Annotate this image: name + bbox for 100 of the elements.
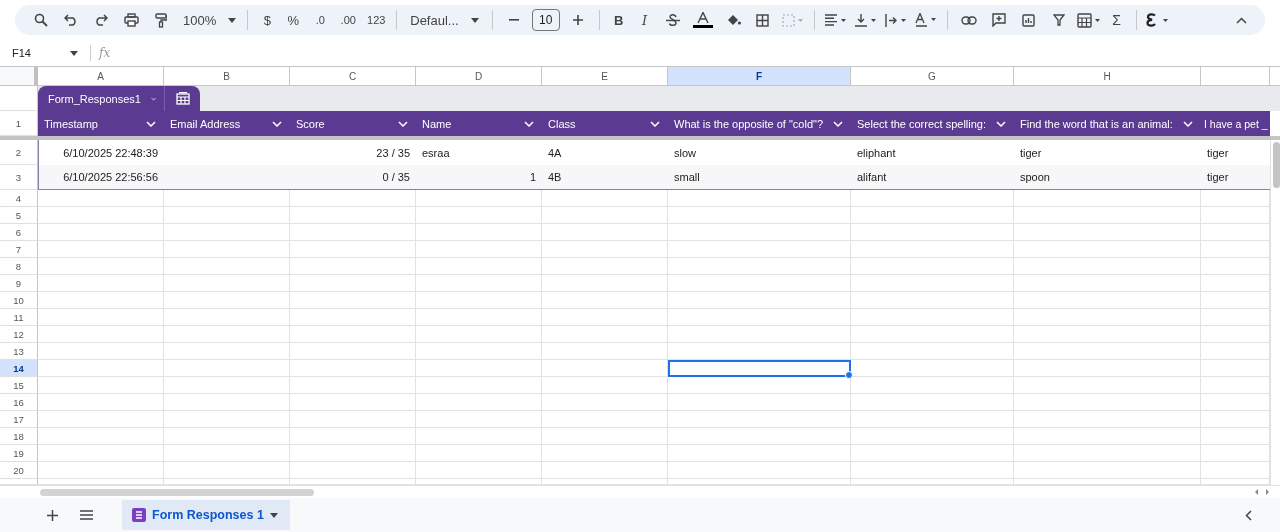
decrease-decimal-button[interactable]: .0 bbox=[307, 7, 334, 33]
grid-cell[interactable] bbox=[164, 360, 290, 377]
vertical-align-icon[interactable] bbox=[854, 13, 877, 27]
grid-cell[interactable] bbox=[290, 462, 416, 479]
selected-cell[interactable] bbox=[668, 360, 851, 377]
grid-cell[interactable] bbox=[851, 360, 1014, 377]
add-comment-icon[interactable] bbox=[991, 13, 1006, 27]
grid-cell[interactable] bbox=[416, 360, 542, 377]
grid-cell[interactable] bbox=[851, 377, 1014, 394]
grid-cell[interactable] bbox=[164, 428, 290, 445]
grid-cell[interactable] bbox=[290, 190, 416, 207]
grid-cell[interactable] bbox=[1014, 428, 1201, 445]
grid-cell[interactable] bbox=[1014, 394, 1201, 411]
column-header[interactable]: A bbox=[38, 66, 164, 86]
grid-cell[interactable] bbox=[38, 275, 164, 292]
grid-cell[interactable] bbox=[290, 292, 416, 309]
table-column-header[interactable]: Class bbox=[542, 111, 668, 136]
grid-cell[interactable] bbox=[542, 428, 668, 445]
grid-cell[interactable] bbox=[416, 309, 542, 326]
grid-cell[interactable] bbox=[290, 343, 416, 360]
vertical-scrollbar-thumb[interactable] bbox=[1273, 142, 1280, 188]
grid-cell[interactable] bbox=[851, 207, 1014, 224]
sheet-tab[interactable]: Form Responses 1 bbox=[122, 500, 290, 530]
grid-cell[interactable] bbox=[668, 479, 851, 485]
grid-cell[interactable] bbox=[416, 292, 542, 309]
grid-cell[interactable] bbox=[1014, 241, 1201, 258]
grid-cell[interactable] bbox=[290, 394, 416, 411]
epsilon-icon[interactable] bbox=[1145, 13, 1170, 27]
table-column-header[interactable]: Timestamp bbox=[38, 111, 164, 136]
bold-button[interactable]: B bbox=[606, 7, 631, 33]
grid-cell[interactable] bbox=[668, 343, 851, 360]
chevron-down-icon[interactable] bbox=[398, 120, 408, 127]
borders-icon[interactable] bbox=[756, 13, 770, 27]
link-icon[interactable] bbox=[960, 15, 977, 25]
grid-cell[interactable] bbox=[416, 275, 542, 292]
grid-cell[interactable] bbox=[164, 462, 290, 479]
grid-cell[interactable] bbox=[38, 292, 164, 309]
table-options-button[interactable] bbox=[165, 86, 200, 111]
select-all-corner[interactable] bbox=[0, 66, 38, 86]
grid-cell[interactable] bbox=[668, 190, 851, 207]
chevron-down-icon[interactable] bbox=[272, 120, 282, 127]
printer-icon[interactable] bbox=[123, 13, 139, 27]
chevron-up-icon[interactable] bbox=[1235, 16, 1247, 24]
grid-cell[interactable] bbox=[164, 241, 290, 258]
grid-cell[interactable] bbox=[38, 428, 164, 445]
grid-cell[interactable] bbox=[416, 343, 542, 360]
grid-cell[interactable] bbox=[290, 377, 416, 394]
grid-cell[interactable] bbox=[416, 377, 542, 394]
fill-handle[interactable] bbox=[845, 371, 853, 379]
chevron-left-icon[interactable] bbox=[1244, 509, 1252, 521]
search-icon[interactable] bbox=[34, 13, 48, 27]
grid-cell[interactable] bbox=[1014, 360, 1201, 377]
table-column-header[interactable]: I have a pet _ bbox=[1201, 111, 1270, 136]
grid-cell[interactable] bbox=[1014, 275, 1201, 292]
table-column-header[interactable]: What is the opposite of "cold"? bbox=[668, 111, 851, 136]
row-number[interactable]: 18 bbox=[0, 428, 38, 445]
row-number[interactable]: 13 bbox=[0, 343, 38, 360]
plus-icon[interactable] bbox=[572, 15, 583, 25]
grid-cell[interactable] bbox=[542, 241, 668, 258]
grid-cell[interactable] bbox=[38, 360, 164, 377]
grid-cell[interactable] bbox=[416, 411, 542, 428]
column-header[interactable] bbox=[1201, 66, 1270, 86]
grid-cell[interactable] bbox=[290, 241, 416, 258]
row-number[interactable]: 4 bbox=[0, 190, 38, 207]
row-number[interactable]: 6 bbox=[0, 224, 38, 241]
grid-cell[interactable] bbox=[668, 462, 851, 479]
grid-cell[interactable] bbox=[1014, 309, 1201, 326]
row-number[interactable]: 14 bbox=[0, 360, 38, 377]
grid-cell[interactable] bbox=[851, 241, 1014, 258]
grid-cell[interactable] bbox=[542, 343, 668, 360]
merge-cells-icon[interactable] bbox=[781, 13, 804, 27]
chart-icon[interactable] bbox=[1022, 13, 1036, 27]
grid-cell[interactable] bbox=[1014, 207, 1201, 224]
undo-icon[interactable] bbox=[64, 14, 78, 26]
zoom-dropdown[interactable]: 100% bbox=[177, 7, 241, 33]
row-number[interactable]: 19 bbox=[0, 445, 38, 462]
grid-cell[interactable] bbox=[290, 428, 416, 445]
grid-cell[interactable] bbox=[851, 326, 1014, 343]
grid-cell[interactable] bbox=[416, 445, 542, 462]
row-number[interactable]: 17 bbox=[0, 411, 38, 428]
grid-cell[interactable] bbox=[38, 394, 164, 411]
grid-cell[interactable] bbox=[668, 241, 851, 258]
grid-cell[interactable] bbox=[542, 445, 668, 462]
row-number[interactable]: 8 bbox=[0, 258, 38, 275]
font-size-field[interactable]: 10 bbox=[531, 9, 560, 31]
grid-cell[interactable] bbox=[851, 292, 1014, 309]
text-wrap-icon[interactable] bbox=[884, 13, 907, 27]
font-dropdown[interactable]: Defaul... bbox=[404, 7, 485, 33]
grid-cell[interactable] bbox=[851, 309, 1014, 326]
grid-cell[interactable] bbox=[542, 275, 668, 292]
grid-cell[interactable] bbox=[164, 224, 290, 241]
chevron-down-icon[interactable] bbox=[1183, 120, 1193, 127]
grid-cell[interactable] bbox=[290, 207, 416, 224]
table-column-header[interactable]: Select the correct spelling: bbox=[851, 111, 1014, 136]
grid-cell[interactable] bbox=[542, 326, 668, 343]
grid-cell[interactable] bbox=[1014, 258, 1201, 275]
table-column-header[interactable]: Score bbox=[290, 111, 416, 136]
grid-cell[interactable] bbox=[416, 224, 542, 241]
grid-cell[interactable] bbox=[1014, 377, 1201, 394]
row-number[interactable]: 15 bbox=[0, 377, 38, 394]
